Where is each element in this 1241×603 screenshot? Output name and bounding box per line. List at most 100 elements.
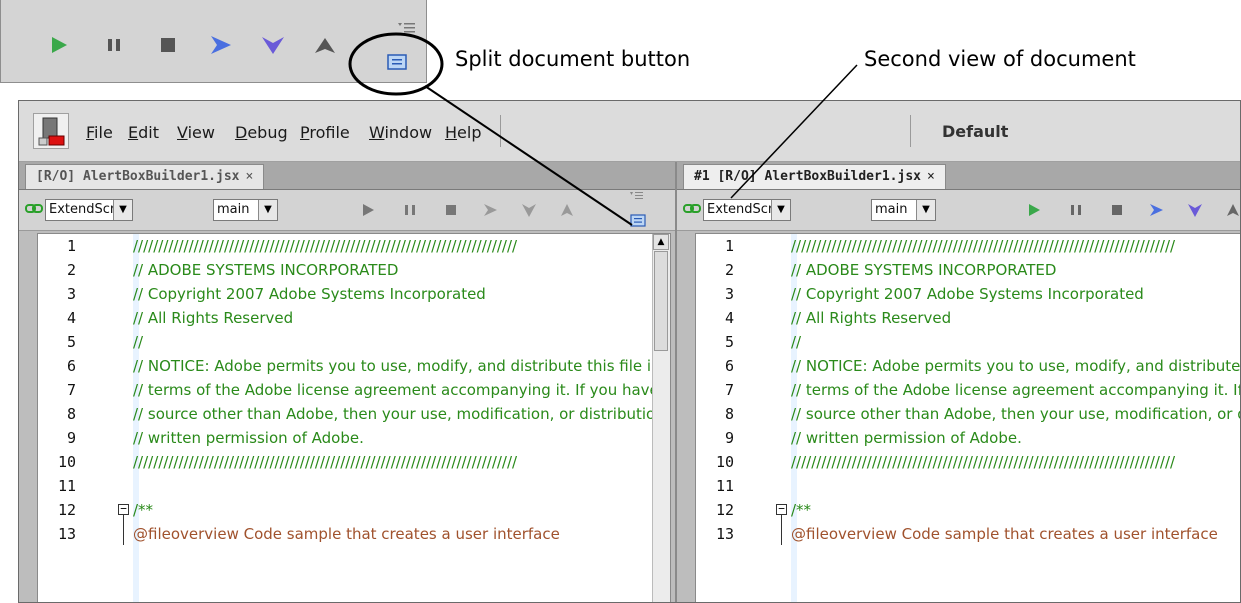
split-document-icon[interactable] xyxy=(387,54,407,70)
code-line[interactable]: 9 // written permission of Adobe. xyxy=(696,426,1240,450)
stop-icon[interactable] xyxy=(158,35,178,55)
code-text: // ADOBE SYSTEMS INCORPORATED xyxy=(791,261,1057,279)
target-app-select[interactable]: ExtendScr ▼ xyxy=(45,199,133,221)
chevron-down-icon: ▼ xyxy=(916,200,935,220)
document-tab[interactable]: #1 [R/O] AlertBoxBuilder1.jsx × xyxy=(683,164,946,189)
run-icon[interactable] xyxy=(1026,202,1042,218)
split-button-callout: Split document button xyxy=(455,47,691,71)
chevron-down-icon: ▼ xyxy=(771,200,790,220)
line-number: 2 xyxy=(66,261,76,279)
menu-divider xyxy=(500,115,501,147)
code-text: // terms of the Adobe license agreement … xyxy=(133,381,670,399)
step-out-icon[interactable] xyxy=(1225,202,1241,218)
panel-menu-icon[interactable] xyxy=(398,22,416,36)
code-line[interactable]: 3 // Copyright 2007 Adobe Systems Incorpo… xyxy=(696,282,1240,306)
target-app-value: ExtendScr xyxy=(49,202,116,217)
line-number: 9 xyxy=(724,429,734,447)
code-line[interactable]: 9 // written permission of Adobe. xyxy=(38,426,670,450)
pause-icon[interactable] xyxy=(104,35,124,55)
code-line[interactable]: 5 // xyxy=(696,330,1240,354)
menu-label: File xyxy=(86,123,113,142)
line-number: 13 xyxy=(715,525,734,543)
line-number: 5 xyxy=(724,333,734,351)
line-number: 4 xyxy=(724,309,734,327)
function-select[interactable]: main ▼ xyxy=(871,199,936,221)
tab-bar: #1 [R/O] AlertBoxBuilder1.jsx × xyxy=(677,162,1240,190)
code-line[interactable]: 11 xyxy=(696,474,1240,498)
zoomed-toolbar-inset xyxy=(0,0,427,83)
code-line[interactable]: 5 // xyxy=(38,330,670,354)
workspace-switcher[interactable]: Default xyxy=(942,122,1008,141)
code-line[interactable]: 1 ///////////////////////////////////////… xyxy=(696,234,1240,258)
step-over-icon[interactable] xyxy=(209,35,233,55)
step-out-icon[interactable] xyxy=(559,202,575,218)
fold-collapse-icon[interactable]: − xyxy=(118,503,129,515)
code-line[interactable]: 7 // terms of the Adobe license agreement… xyxy=(696,378,1240,402)
menu-view[interactable]: View xyxy=(177,123,215,142)
link-icon[interactable] xyxy=(683,202,701,216)
menu-edit[interactable]: Edit xyxy=(128,123,159,142)
step-into-icon[interactable] xyxy=(1187,202,1203,218)
fold-collapse-icon[interactable]: − xyxy=(776,503,787,515)
code-line[interactable]: 11 xyxy=(38,474,670,498)
menu-window[interactable]: Window xyxy=(369,123,432,142)
menu-help[interactable]: Help xyxy=(445,123,481,142)
line-number: 2 xyxy=(724,261,734,279)
scrollbar-thumb[interactable] xyxy=(654,251,668,351)
code-line[interactable]: 6 // NOTICE: Adobe permits you to use, mo… xyxy=(38,354,670,378)
tab-close-icon[interactable]: × xyxy=(927,169,935,184)
code-line[interactable]: 4 // All Rights Reserved xyxy=(696,306,1240,330)
menu-debug[interactable]: Debug xyxy=(235,123,288,142)
split-document-icon[interactable] xyxy=(630,214,646,227)
document-panel-right: #1 [R/O] AlertBoxBuilder1.jsx × ExtendScr… xyxy=(675,162,1241,602)
panel-menu-icon[interactable] xyxy=(630,192,644,203)
code-line[interactable]: 7 // terms of the Adobe license agreement… xyxy=(38,378,670,402)
step-into-icon[interactable] xyxy=(261,35,285,55)
line-number: 8 xyxy=(724,405,734,423)
tab-close-icon[interactable]: × xyxy=(246,169,254,184)
line-number: 4 xyxy=(66,309,76,327)
code-line[interactable]: 10 //////////////////////////////////////… xyxy=(38,450,670,474)
code-line[interactable]: 12 /** xyxy=(38,498,670,522)
pause-icon[interactable] xyxy=(402,202,418,218)
code-line[interactable]: 2 // ADOBE SYSTEMS INCORPORATED xyxy=(38,258,670,282)
code-text: // xyxy=(133,333,144,351)
code-editor[interactable]: 1///////////////////////////////////////… xyxy=(695,233,1240,602)
step-out-icon[interactable] xyxy=(313,35,337,55)
vertical-scrollbar[interactable]: ▲ xyxy=(652,234,670,602)
step-over-icon[interactable] xyxy=(482,202,498,218)
code-line[interactable]: 3 // Copyright 2007 Adobe Systems Incorpo… xyxy=(38,282,670,306)
code-line[interactable]: 2 // ADOBE SYSTEMS INCORPORATED xyxy=(696,258,1240,282)
code-text: // Copyright 2007 Adobe Systems Incorpor… xyxy=(133,285,486,303)
code-line[interactable]: 10 //////////////////////////////////////… xyxy=(696,450,1240,474)
code-line[interactable]: 4 // All Rights Reserved xyxy=(38,306,670,330)
step-into-icon[interactable] xyxy=(521,202,537,218)
stop-icon[interactable] xyxy=(1109,202,1125,218)
document-tab[interactable]: [R/O] AlertBoxBuilder1.jsx × xyxy=(25,164,265,189)
document-panel-left: [R/O] AlertBoxBuilder1.jsx × ExtendScr ▼ m… xyxy=(19,162,675,602)
code-editor[interactable]: 1///////////////////////////////////////… xyxy=(37,233,671,602)
code-line[interactable]: 1 ///////////////////////////////////////… xyxy=(38,234,670,258)
target-app-select[interactable]: ExtendScr ▼ xyxy=(703,199,791,221)
run-icon[interactable] xyxy=(360,202,376,218)
menu-label: Profile xyxy=(300,123,350,142)
code-text: // terms of the Adobe license agreement … xyxy=(791,381,1240,399)
step-over-icon[interactable] xyxy=(1148,202,1164,218)
tab-bar: [R/O] AlertBoxBuilder1.jsx × xyxy=(19,162,675,190)
code-line[interactable]: 8 // source other than Adobe, then your u… xyxy=(696,402,1240,426)
code-line[interactable]: 8 // source other than Adobe, then your u… xyxy=(38,402,670,426)
stop-icon[interactable] xyxy=(443,202,459,218)
menu-file[interactable]: File xyxy=(86,123,113,142)
code-text: /** xyxy=(791,501,812,519)
code-text: // source other than Adobe, then your us… xyxy=(791,405,1240,423)
menu-profile[interactable]: Profile xyxy=(300,123,350,142)
scroll-up-icon[interactable]: ▲ xyxy=(653,234,669,250)
pause-icon[interactable] xyxy=(1068,202,1084,218)
code-line[interactable]: 13 @fileoverview Code sample that creates… xyxy=(38,522,670,546)
code-line[interactable]: 13 @fileoverview Code sample that creates… xyxy=(696,522,1240,546)
code-line[interactable]: 6 // NOTICE: Adobe permits you to use, mo… xyxy=(696,354,1240,378)
run-icon[interactable] xyxy=(49,35,69,55)
function-select[interactable]: main ▼ xyxy=(213,199,278,221)
link-icon[interactable] xyxy=(25,202,43,216)
menu-label: View xyxy=(177,123,215,142)
